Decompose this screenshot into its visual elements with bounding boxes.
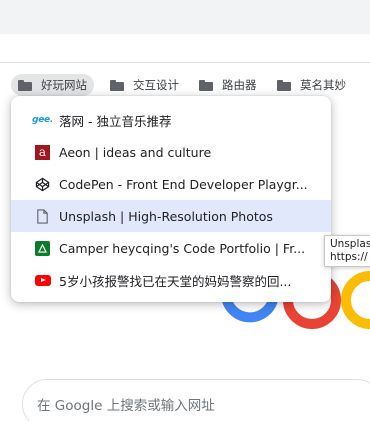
bookmark-folder-dropdown: gee. 落网 - 独立音乐推荐 a Aeon | ideas and cult… — [11, 96, 331, 302]
bookmark-item-label: 5岁小孩报警找已在天堂的妈妈警察的回... — [59, 273, 292, 289]
bookmarks-bar: 好玩网站 交互设计 路由器 莫名其妙 — [0, 63, 370, 97]
bookmark-folder-misc[interactable]: 莫名其妙 — [270, 74, 353, 96]
bookmark-item-label: 落网 - 独立音乐推荐 — [59, 113, 172, 129]
folder-icon — [199, 79, 213, 91]
camper-icon — [34, 240, 51, 257]
search-placeholder: 在 Google 上搜索或输入网址 — [37, 398, 215, 414]
browser-toolbar — [0, 0, 370, 34]
address-bar-area[interactable] — [0, 34, 370, 63]
aeon-icon: a — [34, 144, 51, 161]
bookmark-item-luoo[interactable]: gee. 落网 - 独立音乐推荐 — [11, 104, 331, 136]
bookmark-folder-label: 路由器 — [222, 78, 257, 92]
tooltip-title: Unsplas — [330, 238, 370, 250]
bookmark-item-label: Aeon | ideas and culture — [59, 144, 212, 160]
bookmark-folder-label: 好玩网站 — [41, 78, 87, 92]
bookmark-item-unsplash[interactable]: Unsplash | High-Resolution Photos — [11, 200, 331, 232]
bookmark-folder-interaction-design[interactable]: 交互设计 — [103, 74, 186, 96]
bookmark-folder-router[interactable]: 路由器 — [192, 74, 264, 96]
youtube-icon — [34, 272, 51, 289]
gee-icon: gee. — [32, 115, 53, 125]
bookmark-item-label: Unsplash | High-Resolution Photos — [59, 208, 273, 224]
bookmark-folder-label: 莫名其妙 — [300, 78, 346, 92]
bookmark-item-camper[interactable]: Camper heycqing's Code Portfolio | Fr... — [11, 232, 331, 264]
folder-icon — [277, 79, 291, 91]
bookmark-item-label: CodePen - Front End Developer Playgr... — [59, 176, 308, 192]
google-logo-o-yellow — [341, 271, 370, 329]
folder-icon — [110, 79, 124, 91]
google-search-box[interactable]: 在 Google 上搜索或输入网址 — [22, 379, 370, 421]
tooltip-url: https:// — [330, 251, 368, 263]
bookmark-item-codepen[interactable]: CodePen - Front End Developer Playgr... — [11, 168, 331, 200]
folder-icon — [18, 79, 32, 91]
document-icon — [34, 208, 51, 225]
bookmark-folder-fun-sites[interactable]: 好玩网站 — [11, 74, 94, 96]
codepen-icon — [34, 176, 51, 193]
bookmark-item-label: Camper heycqing's Code Portfolio | Fr... — [59, 240, 306, 256]
bookmark-item-video[interactable]: 5岁小孩报警找已在天堂的妈妈警察的回... — [11, 264, 331, 296]
bookmark-tooltip: Unsplas https:// — [324, 235, 370, 267]
bookmark-item-aeon[interactable]: a Aeon | ideas and culture — [11, 136, 331, 168]
bookmark-folder-label: 交互设计 — [133, 78, 179, 92]
